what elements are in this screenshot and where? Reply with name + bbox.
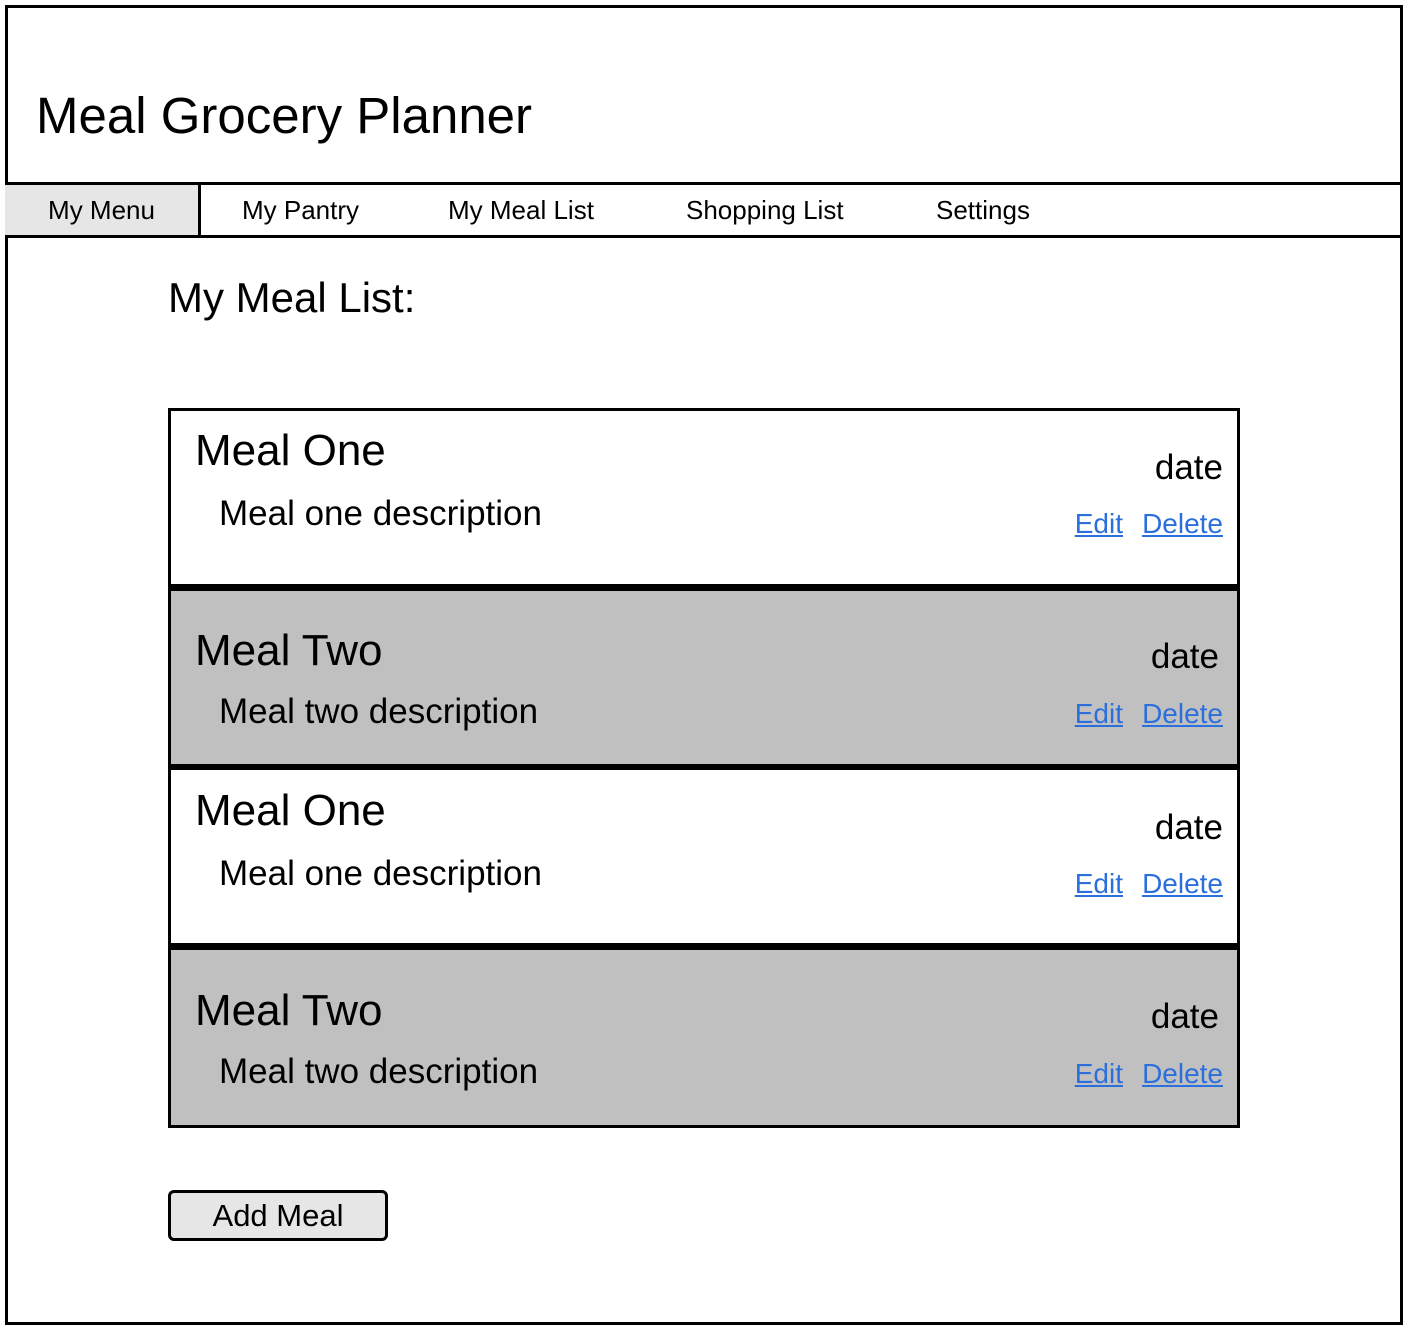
page-heading: My Meal List:: [168, 274, 416, 321]
delete-link[interactable]: Delete: [1142, 867, 1223, 901]
meal-name: Meal One: [195, 426, 386, 475]
meal-description: Meal one description: [219, 494, 542, 533]
meal-item: Meal One Meal one description date Edit …: [171, 770, 1237, 943]
tab-shopping-list[interactable]: Shopping List: [686, 185, 844, 235]
edit-link[interactable]: Edit: [1075, 697, 1123, 731]
meal-date: date: [1154, 808, 1223, 847]
delete-link[interactable]: Delete: [1142, 697, 1223, 731]
meal-item: Meal Two Meal two description date Edit …: [171, 591, 1237, 764]
delete-link[interactable]: Delete: [1142, 507, 1223, 541]
meal-item: Meal Two Meal two description date Edit …: [171, 950, 1237, 1125]
meal-date: date: [1150, 997, 1219, 1036]
edit-link[interactable]: Edit: [1075, 507, 1123, 541]
main-nav: My Menu My Pantry My Meal List Shopping …: [5, 182, 1403, 238]
meal-name: Meal Two: [195, 626, 383, 675]
meal-date: date: [1150, 637, 1219, 676]
tab-my-pantry[interactable]: My Pantry: [242, 185, 359, 235]
edit-link[interactable]: Edit: [1075, 867, 1123, 901]
add-meal-button[interactable]: Add Meal: [168, 1190, 388, 1241]
meal-name: Meal One: [195, 786, 386, 835]
edit-link[interactable]: Edit: [1075, 1057, 1123, 1091]
meal-description: Meal two description: [219, 692, 539, 731]
meal-name: Meal Two: [195, 986, 383, 1035]
delete-link[interactable]: Delete: [1142, 1057, 1223, 1091]
meal-item: Meal One Meal one description date Edit …: [171, 411, 1237, 584]
tab-settings[interactable]: Settings: [936, 185, 1030, 235]
meal-date: date: [1154, 448, 1223, 487]
meal-description: Meal two description: [219, 1052, 539, 1091]
app-title: Meal Grocery Planner: [36, 87, 533, 144]
meal-description: Meal one description: [219, 854, 542, 893]
tab-my-meal-list[interactable]: My Meal List: [448, 185, 594, 235]
meal-list: Meal One Meal one description date Edit …: [168, 408, 1240, 1128]
tab-my-menu[interactable]: My Menu: [5, 185, 201, 235]
